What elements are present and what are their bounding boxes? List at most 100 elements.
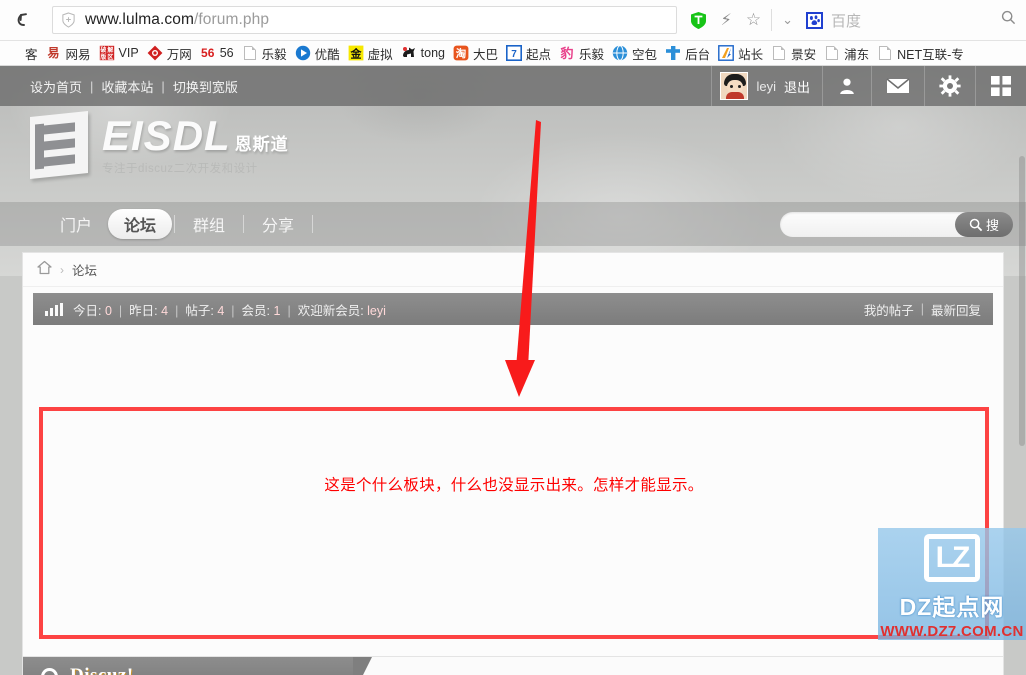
bookmark-label: 乐毅 xyxy=(579,47,605,62)
search-icon xyxy=(969,218,983,231)
stat-label: 昨日: xyxy=(129,303,158,318)
statbar-separator: | xyxy=(175,303,179,318)
annotation-text: 这是个什么板块，什么也没显示出来。怎样才能显示。 xyxy=(324,477,704,494)
svg-text:豹: 豹 xyxy=(560,46,574,61)
back-button[interactable] xyxy=(0,0,52,41)
nav-item-2[interactable]: 论坛 xyxy=(108,209,173,239)
logout-link[interactable]: 退出 xyxy=(784,77,810,96)
svg-text:区: 区 xyxy=(107,53,113,61)
topbar-links: 设为首页 | 收藏本站 | 切换到宽版 xyxy=(0,77,238,96)
bookmark-item[interactable]: 站长 xyxy=(714,41,767,65)
statbar-separator: | xyxy=(287,303,291,318)
bookmark-label: 万网 xyxy=(166,47,192,62)
search-button-label: 搜 xyxy=(985,218,999,233)
bookmark-item[interactable]: 破解版区 VIP xyxy=(95,41,143,65)
statbar-separator: | xyxy=(118,303,123,318)
bookmark-site-link[interactable]: 收藏本站 xyxy=(101,77,153,96)
mail-icon xyxy=(886,78,910,93)
bookmark-item[interactable]: 浦东 xyxy=(820,41,873,65)
bookmark-label: 空包 xyxy=(632,47,658,62)
bookmark-item[interactable]: 优酷 xyxy=(291,41,344,65)
latest-replies-link[interactable]: 最新回复 xyxy=(931,300,981,319)
nav-item-1[interactable]: 门户 xyxy=(44,209,108,239)
bookmark-item[interactable]: 7 起点 xyxy=(502,41,555,65)
nav-item-label: 分享 xyxy=(262,218,295,235)
bar-chart-icon xyxy=(45,302,63,316)
bookmark-item[interactable]: 豹乐毅 xyxy=(555,41,608,65)
site-search[interactable]: 搜 xyxy=(780,212,1013,237)
forum-category-header: Discuz! xyxy=(23,657,1003,675)
stat-items: 今日: 0 | 昨日: 4 | 帖子: 4 | 会员: 1 | 欢迎新会员: leyi xyxy=(73,300,386,319)
home-icon[interactable] xyxy=(37,260,52,279)
bookmark-item[interactable]: 乐毅 xyxy=(238,41,291,65)
bookmark-favicon-icon: 豹 xyxy=(559,45,575,61)
bookmark-star-icon[interactable]: ☆ xyxy=(746,10,761,30)
bookmark-item[interactable]: 56 56 xyxy=(196,41,238,65)
omnibox-search-icon[interactable] xyxy=(1001,10,1026,30)
nav-item-3[interactable]: 群组 xyxy=(177,209,241,239)
avatar[interactable] xyxy=(720,72,749,100)
security-shield-icon[interactable] xyxy=(690,11,707,30)
bookmark-label: 乐毅 xyxy=(261,47,287,62)
topbar-separator: | xyxy=(161,78,165,94)
bookmark-favicon-icon xyxy=(824,45,840,61)
nav-separator xyxy=(243,215,245,233)
back-arrow-icon xyxy=(17,13,27,26)
svg-text:版: 版 xyxy=(99,53,106,61)
bookmark-favicon-icon xyxy=(242,45,258,61)
eisdl-logo-mark xyxy=(30,110,88,180)
bookmark-item[interactable]: 景安 xyxy=(767,41,820,65)
statbar-separator: | xyxy=(231,303,235,318)
bookmark-item[interactable]: tong xyxy=(397,41,449,65)
messages-button[interactable] xyxy=(871,66,924,106)
bookmark-favicon-icon: 7 xyxy=(506,45,523,61)
discuz-title: Discuz! xyxy=(70,665,134,675)
bookmark-item[interactable]: 客 xyxy=(1,41,42,65)
user-menu[interactable]: leyi 退出 xyxy=(711,66,822,106)
my-posts-link[interactable]: 我的帖子 xyxy=(864,300,914,319)
discuz-tab[interactable]: Discuz! xyxy=(23,657,372,675)
site-logo[interactable]: EISDL 恩斯道 专注于discuz二次开发和设计 xyxy=(30,110,289,180)
breadcrumb: › 论坛 xyxy=(23,253,1003,287)
bookmark-item[interactable]: 金虚拟 xyxy=(344,41,397,65)
bookmark-label: 后台 xyxy=(685,47,711,62)
bookmark-item[interactable]: 万网 xyxy=(143,41,196,65)
bookmark-label: 大巴 xyxy=(473,47,499,62)
url-text: www.lulma.com/forum.php xyxy=(85,11,269,29)
breadcrumb-current[interactable]: 论坛 xyxy=(72,260,97,279)
site-navbar: 门户 论坛 群组 分享 搜 xyxy=(0,202,1026,246)
search-button[interactable]: 搜 xyxy=(955,212,1013,237)
profile-button[interactable] xyxy=(822,66,871,106)
set-homepage-link[interactable]: 设为首页 xyxy=(30,77,82,96)
address-bar[interactable]: www.lulma.com/forum.php xyxy=(52,6,677,34)
settings-button[interactable] xyxy=(924,66,975,106)
screenshot-root: www.lulma.com/forum.php ⚡ ☆ ⌄ 百度 客易网易破解版… xyxy=(0,0,1026,675)
switch-wide-link[interactable]: 切换到宽版 xyxy=(173,77,238,96)
stat-label: 会员: xyxy=(241,303,270,318)
scrollbar-thumb[interactable] xyxy=(1019,156,1025,446)
stat-label: 今日: xyxy=(73,303,102,318)
bookmarks-bar: 客易网易破解版区 VIP 万网 56 56 乐毅 优酷金虚拟 tong 淘大巴 7 起点豹乐毅 空包后… xyxy=(0,41,1026,66)
lightning-icon[interactable]: ⚡ xyxy=(721,10,732,30)
bookmark-label: 网易 xyxy=(65,47,91,62)
bookmark-item[interactable]: NET互联-专 xyxy=(873,41,968,65)
statbar-separator: | xyxy=(920,302,924,316)
bookmark-item[interactable]: 易网易 xyxy=(42,41,95,65)
stat-value: 1 xyxy=(273,303,281,318)
chevron-down-icon[interactable]: ⌄ xyxy=(782,12,793,28)
nav-item-4[interactable]: 分享 xyxy=(246,209,310,239)
bookmark-item[interactable]: 淘大巴 xyxy=(449,41,502,65)
search-input[interactable] xyxy=(780,217,955,232)
bookmark-favicon-icon: 56 xyxy=(201,46,215,60)
svg-text:金: 金 xyxy=(349,46,362,60)
bookmark-favicon-icon: 金 xyxy=(348,45,364,61)
bookmark-item[interactable]: 空包 xyxy=(608,41,661,65)
topbar-separator: | xyxy=(90,78,94,94)
bookmark-item[interactable]: 后台 xyxy=(661,41,714,65)
watermark-url: WWW.DZ7.COM.CN xyxy=(880,623,1024,640)
logo-name-cn: 恩斯道 xyxy=(234,135,289,154)
search-engine-box[interactable]: 百度 xyxy=(800,0,1026,41)
bookmark-favicon-icon xyxy=(877,45,893,61)
statbar-right-links: 我的帖子 | 最新回复 xyxy=(864,300,985,319)
bookmark-favicon-icon xyxy=(401,45,417,61)
